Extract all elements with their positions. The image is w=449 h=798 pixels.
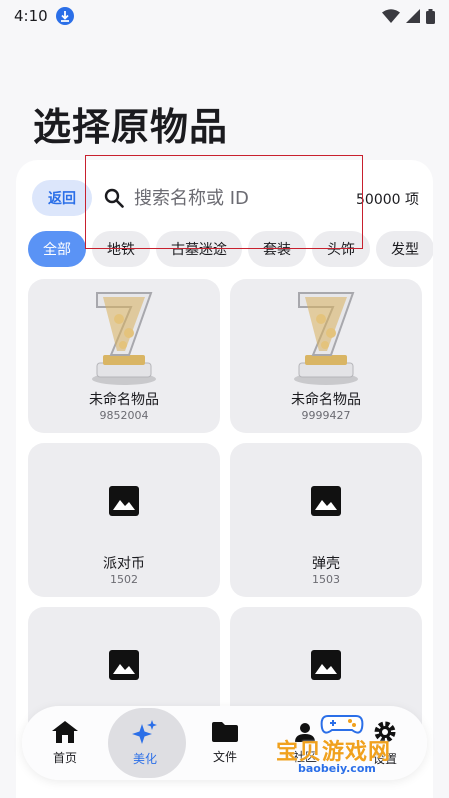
- image-placeholder-icon: [311, 486, 341, 516]
- status-bar: 4:10: [0, 0, 449, 32]
- item-id: 1503: [312, 573, 340, 586]
- item-name: 派对币: [103, 556, 145, 572]
- image-placeholder-icon: [109, 486, 139, 516]
- chip-headwear[interactable]: 头饰: [312, 231, 370, 267]
- nav-community[interactable]: 社区: [265, 706, 345, 780]
- nav-home-label: 首页: [52, 750, 77, 765]
- nav-settings[interactable]: 设置: [345, 706, 425, 780]
- item-name: 未命名物品: [291, 392, 361, 408]
- chip-tomb[interactable]: 古墓迷途: [156, 231, 242, 267]
- community-icon: [295, 722, 315, 742]
- item-id: 9999427: [301, 409, 351, 422]
- search-input[interactable]: [134, 183, 344, 213]
- nav-settings-label: 设置: [372, 751, 397, 766]
- image-placeholder-icon: [109, 650, 139, 680]
- chip-hairstyle[interactable]: 发型: [376, 231, 433, 267]
- trophy-7-image: [294, 292, 358, 385]
- image-placeholder-icon: [311, 650, 341, 680]
- folder-icon: [212, 721, 238, 742]
- item-card[interactable]: 弹壳 1503: [230, 443, 422, 597]
- category-chips: 全部 地铁 古墓迷途 套装 头饰 发型: [28, 231, 433, 267]
- status-icons: [382, 8, 435, 24]
- chip-all[interactable]: 全部: [28, 231, 86, 267]
- status-time: 4:10: [14, 7, 48, 25]
- nav-home[interactable]: 首页: [25, 706, 105, 780]
- wifi-icon: [382, 9, 400, 23]
- item-name: 弹壳: [312, 556, 340, 572]
- bottom-nav: 首页 美化 文件 社区 设置: [22, 706, 427, 780]
- download-icon: [55, 7, 74, 25]
- search-icon: [104, 188, 124, 208]
- item-card[interactable]: 未命名物品 9852004: [28, 279, 220, 433]
- nav-beautify[interactable]: 美化: [105, 706, 186, 780]
- nav-beautify-label: 美化: [132, 751, 157, 766]
- item-id: 1502: [110, 573, 138, 586]
- nav-files[interactable]: 文件: [185, 706, 265, 780]
- battery-icon: [426, 8, 435, 24]
- signal-icon: [406, 9, 420, 23]
- trophy-7-image: [92, 292, 156, 385]
- settings-icon: [374, 721, 396, 742]
- page-title: 选择原物品: [33, 105, 229, 149]
- sparkle-icon: [132, 719, 157, 744]
- home-icon: [52, 720, 78, 743]
- item-name: 未命名物品: [89, 392, 159, 408]
- nav-files-label: 文件: [212, 749, 237, 764]
- item-id: 9852004: [99, 409, 149, 422]
- chip-outfit[interactable]: 套装: [248, 231, 306, 267]
- back-button[interactable]: 返回: [32, 180, 92, 216]
- item-count: 50000 项: [356, 192, 419, 208]
- item-card[interactable]: 派对币 1502: [28, 443, 220, 597]
- item-card[interactable]: 未命名物品 9999427: [230, 279, 422, 433]
- nav-community-label: 社区: [292, 749, 317, 764]
- chip-metro[interactable]: 地铁: [92, 231, 150, 267]
